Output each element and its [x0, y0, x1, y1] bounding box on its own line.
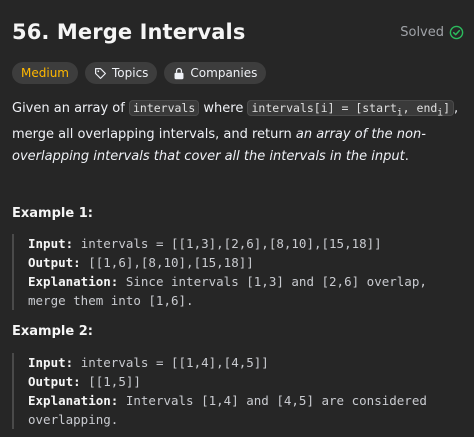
code-part: ]: [443, 101, 451, 115]
statement-text: Given an array of: [12, 101, 129, 116]
example-2-title: Example 2:: [12, 324, 93, 339]
inline-code: intervals: [128, 100, 200, 116]
title-row: 56. Merge Intervals Solved: [12, 20, 464, 44]
input-label: Input:: [28, 355, 74, 370]
code-part: , end: [402, 101, 438, 115]
explanation-text: Since intervals [1,3] and [2,6] overlap,: [125, 274, 427, 289]
example-2-output: Output: [[1,5]]: [28, 372, 462, 391]
problem-statement: Given an array of intervals where interv…: [12, 97, 462, 168]
example-2-explanation: Explanation: Intervals [1,4] and [4,5] a…: [28, 391, 462, 410]
output-label: Output:: [28, 374, 81, 389]
example-1-explanation: Explanation: Since intervals [1,3] and […: [28, 272, 462, 291]
example-1-block: Input: intervals = [[1,3],[2,6],[8,10],[…: [12, 234, 462, 310]
example-1-title: Example 1:: [12, 206, 93, 221]
input-label: Input:: [28, 236, 74, 251]
problem-title[interactable]: 56. Merge Intervals: [12, 20, 245, 44]
example-1-input: Input: intervals = [[1,3],[2,6],[8,10],[…: [28, 234, 462, 253]
input-value: intervals = [[1,3],[2,6],[8,10],[15,18]]: [80, 236, 382, 251]
companies-label: Companies: [190, 66, 258, 80]
input-value: intervals = [[1,4],[4,5]]: [80, 355, 269, 370]
example-2-block: Input: intervals = [[1,4],[4,5]] Output:…: [12, 353, 462, 429]
statement-text: where: [199, 101, 248, 116]
difficulty-label: Medium: [21, 66, 69, 80]
lock-icon: [174, 67, 184, 79]
explanation-text: Intervals [1,4] and [4,5] are considered: [125, 393, 427, 408]
example-1-explanation-cont: merge them into [1,6].: [28, 293, 194, 308]
problem-description-panel: 56. Merge Intervals Solved Medium Topics: [0, 0, 474, 437]
solved-label: Solved: [400, 24, 444, 40]
tag-row: Medium Topics Companies: [12, 62, 267, 84]
inline-code: intervals[i] = [starti, endi]: [247, 100, 455, 118]
output-label: Output:: [28, 255, 81, 270]
output-value: [[1,6],[8,10],[15,18]]: [88, 255, 254, 270]
code-part: intervals[i] = [start: [251, 101, 397, 115]
statement-text: .: [404, 149, 409, 165]
explanation-label: Explanation:: [28, 274, 119, 289]
explanation-label: Explanation:: [28, 393, 119, 408]
example-2-explanation-cont: overlapping.: [28, 412, 119, 427]
solved-status: Solved: [400, 25, 464, 40]
topics-label: Topics: [111, 66, 149, 80]
example-2-input: Input: intervals = [[1,4],[4,5]]: [28, 353, 462, 372]
topics-button[interactable]: Topics: [84, 62, 158, 84]
tag-icon: [95, 67, 106, 79]
example-1-output: Output: [[1,6],[8,10],[15,18]]: [28, 253, 462, 272]
output-value: [[1,5]]: [88, 374, 141, 389]
difficulty-badge[interactable]: Medium: [12, 62, 78, 84]
companies-button[interactable]: Companies: [164, 62, 267, 84]
check-circle-icon: [449, 25, 464, 39]
